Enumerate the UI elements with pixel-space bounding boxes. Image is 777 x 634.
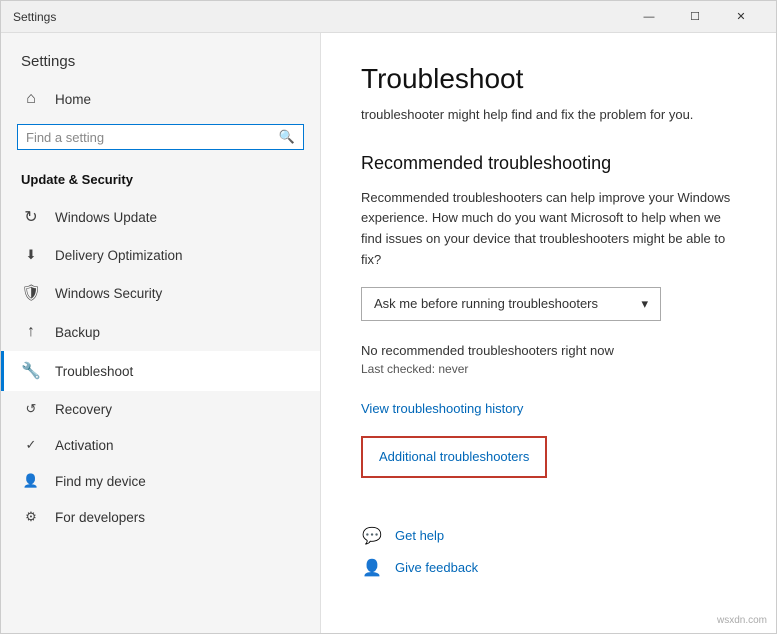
- sidebar: Settings ⌂ Home 🔍 Update & Security ↻ Wi…: [1, 33, 321, 633]
- sidebar-item-windows-security[interactable]: 🛡 Windows Security: [1, 273, 320, 313]
- sidebar-section-title: Update & Security: [1, 166, 320, 197]
- no-troubleshooters-text: No recommended troubleshooters right now: [361, 343, 736, 358]
- sidebar-item-recovery[interactable]: ↺ Recovery: [1, 391, 320, 427]
- title-bar: Settings — ☐ ✕: [1, 1, 776, 33]
- troubleshoot-icon: 🔧: [21, 361, 41, 381]
- windows-security-icon: 🛡: [21, 283, 41, 303]
- chevron-down-icon: ▾: [641, 296, 648, 312]
- backup-icon: ↑: [21, 323, 41, 341]
- dropdown-value: Ask me before running troubleshooters: [374, 296, 598, 311]
- activation-icon: ✓: [21, 437, 41, 453]
- intro-text: troubleshooter might help find and fix t…: [361, 105, 736, 125]
- window-title: Settings: [13, 10, 56, 24]
- search-box: 🔍: [17, 124, 304, 150]
- sidebar-item-activation-label: Activation: [55, 438, 114, 453]
- additional-troubleshooters-box: Additional troubleshooters: [361, 436, 547, 478]
- give-feedback-item: 👤 Give feedback: [361, 558, 736, 578]
- help-section: 💬 Get help 👤 Give feedback: [361, 526, 736, 578]
- delivery-optimization-icon: ⬇: [21, 247, 41, 263]
- find-my-device-icon: 👤: [21, 473, 41, 489]
- sidebar-item-windows-update[interactable]: ↻ Windows Update: [1, 197, 320, 237]
- get-help-icon: 💬: [361, 526, 383, 546]
- windows-update-icon: ↻: [21, 207, 41, 227]
- sidebar-title: Settings: [1, 33, 320, 80]
- troubleshooter-dropdown[interactable]: Ask me before running troubleshooters ▾: [361, 287, 661, 321]
- sidebar-item-backup-label: Backup: [55, 325, 100, 340]
- search-icon-button[interactable]: 🔍: [279, 129, 295, 145]
- recommended-section-title: Recommended troubleshooting: [361, 153, 736, 174]
- sidebar-item-activation[interactable]: ✓ Activation: [1, 427, 320, 463]
- for-developers-icon: ⚙: [21, 509, 41, 525]
- minimize-button[interactable]: —: [626, 1, 672, 33]
- additional-troubleshooters-link[interactable]: Additional troubleshooters: [379, 449, 529, 464]
- search-input[interactable]: [26, 130, 279, 145]
- page-title: Troubleshoot: [361, 63, 736, 95]
- window-body: Settings ⌂ Home 🔍 Update & Security ↻ Wi…: [1, 33, 776, 633]
- sidebar-item-troubleshoot[interactable]: 🔧 Troubleshoot: [1, 351, 320, 391]
- maximize-button[interactable]: ☐: [672, 1, 718, 33]
- window-controls: — ☐ ✕: [626, 1, 764, 33]
- sidebar-item-delivery-optimization-label: Delivery Optimization: [55, 248, 183, 263]
- last-checked-label: Last checked: never: [361, 362, 736, 376]
- close-button[interactable]: ✕: [718, 1, 764, 33]
- home-icon: ⌂: [21, 90, 41, 108]
- give-feedback-icon: 👤: [361, 558, 383, 578]
- sidebar-item-recovery-label: Recovery: [55, 402, 112, 417]
- sidebar-item-windows-update-label: Windows Update: [55, 210, 157, 225]
- sidebar-item-windows-security-label: Windows Security: [55, 286, 162, 301]
- sidebar-item-backup[interactable]: ↑ Backup: [1, 313, 320, 351]
- sidebar-item-troubleshoot-label: Troubleshoot: [55, 364, 133, 379]
- get-help-link[interactable]: Get help: [395, 528, 444, 543]
- give-feedback-link[interactable]: Give feedback: [395, 560, 478, 575]
- sidebar-item-home[interactable]: ⌂ Home: [1, 80, 320, 118]
- sidebar-item-for-developers-label: For developers: [55, 510, 145, 525]
- sidebar-item-for-developers[interactable]: ⚙ For developers: [1, 499, 320, 535]
- settings-window: Settings — ☐ ✕ Settings ⌂ Home 🔍 Update …: [0, 0, 777, 634]
- sidebar-item-delivery-optimization[interactable]: ⬇ Delivery Optimization: [1, 237, 320, 273]
- get-help-item: 💬 Get help: [361, 526, 736, 546]
- sidebar-item-find-my-device[interactable]: 👤 Find my device: [1, 463, 320, 499]
- sidebar-item-home-label: Home: [55, 92, 91, 107]
- recovery-icon: ↺: [21, 401, 41, 417]
- main-content: Troubleshoot troubleshooter might help f…: [321, 33, 776, 633]
- sidebar-item-find-my-device-label: Find my device: [55, 474, 146, 489]
- view-history-link[interactable]: View troubleshooting history: [361, 401, 523, 416]
- section-description: Recommended troubleshooters can help imp…: [361, 188, 736, 271]
